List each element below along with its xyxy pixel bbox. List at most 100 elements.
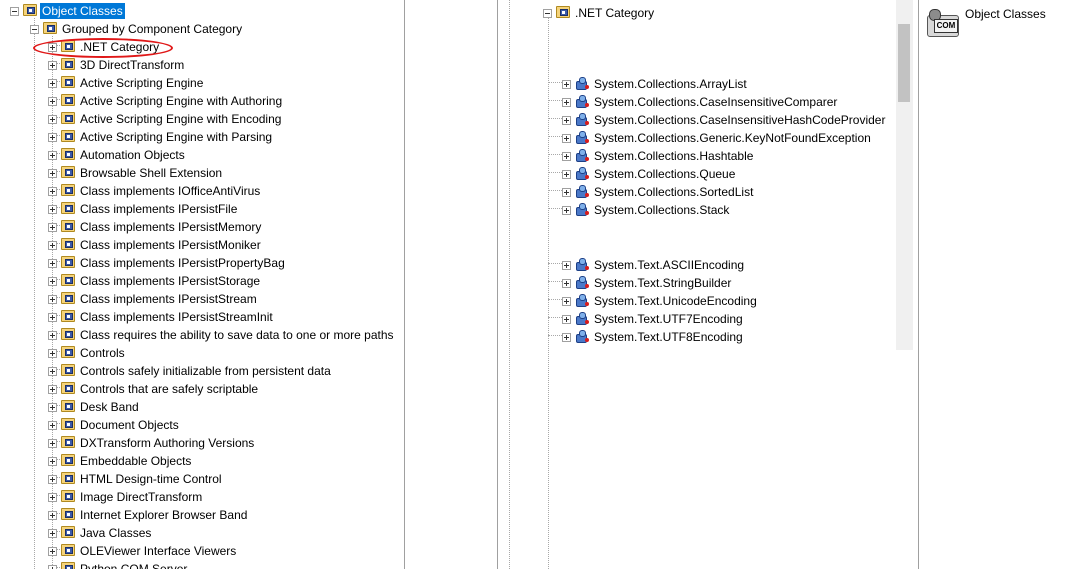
- expand-icon[interactable]: [562, 261, 571, 270]
- tree-node-class[interactable]: System.Collections.Stack: [498, 202, 913, 220]
- expand-icon[interactable]: [562, 315, 571, 324]
- expand-icon[interactable]: [562, 188, 571, 197]
- tree-node-category[interactable]: Internet Explorer Browser Band: [0, 507, 404, 525]
- expand-icon[interactable]: [48, 349, 57, 358]
- tree-node-class[interactable]: System.Text.UTF7Encoding: [498, 311, 913, 329]
- tree-root-object-classes[interactable]: Object Classes: [0, 3, 404, 21]
- tree-node-category[interactable]: Document Objects: [0, 417, 404, 435]
- expand-icon[interactable]: [48, 151, 57, 160]
- folder-icon: [61, 454, 75, 466]
- tree-node-category[interactable]: Active Scripting Engine: [0, 75, 404, 93]
- expand-icon[interactable]: [48, 331, 57, 340]
- tree-node-category[interactable]: Controls safely initializable from persi…: [0, 363, 404, 381]
- expand-icon[interactable]: [562, 98, 571, 107]
- expand-icon[interactable]: [562, 80, 571, 89]
- tree-node-class[interactable]: System.Collections.CaseInsensitiveCompar…: [498, 94, 913, 112]
- class-label: System.Text.ASCIIEncoding: [594, 258, 745, 272]
- tree-node-class[interactable]: System.Collections.CaseInsensitiveHashCo…: [498, 112, 913, 130]
- tree-node-category[interactable]: DXTransform Authoring Versions: [0, 435, 404, 453]
- tree-node-class[interactable]: System.Text.StringBuilder: [498, 275, 913, 293]
- expand-icon[interactable]: [562, 333, 571, 342]
- tree-node-category[interactable]: OLEViewer Interface Viewers: [0, 543, 404, 561]
- expand-icon[interactable]: [48, 385, 57, 394]
- expand-icon[interactable]: [48, 421, 57, 430]
- class-label: System.Text.UnicodeEncoding: [594, 294, 757, 308]
- expand-icon[interactable]: [48, 169, 57, 178]
- tree-node-category[interactable]: Class implements IPersistPropertyBag: [0, 255, 404, 273]
- expand-icon[interactable]: [48, 115, 57, 124]
- expand-icon[interactable]: [562, 152, 571, 161]
- expand-icon[interactable]: [48, 475, 57, 484]
- expand-icon[interactable]: [48, 367, 57, 376]
- tree-node-category[interactable]: Image DirectTransform: [0, 489, 404, 507]
- folder-icon: [61, 166, 75, 178]
- tree-node-category[interactable]: Python COM Server: [0, 561, 404, 569]
- tree-node-class[interactable]: System.Collections.Generic.KeyNotFoundEx…: [498, 130, 913, 148]
- tree-node-category[interactable]: Active Scripting Engine with Parsing: [0, 129, 404, 147]
- expand-icon[interactable]: [48, 403, 57, 412]
- tree-node-category[interactable]: Controls: [0, 345, 404, 363]
- tree-node-class[interactable]: System.Text.ASCIIEncoding: [498, 257, 913, 275]
- expand-icon[interactable]: [48, 295, 57, 304]
- tree-node-class[interactable]: System.Collections.Queue: [498, 166, 913, 184]
- tree-node-class[interactable]: System.Collections.ArrayList: [498, 76, 913, 94]
- tree-node-category[interactable]: Embeddable Objects: [0, 453, 404, 471]
- tree-node-category[interactable]: Class requires the ability to save data …: [0, 327, 404, 345]
- expand-icon[interactable]: [48, 439, 57, 448]
- tree-node-category[interactable]: Class implements IPersistMemory: [0, 219, 404, 237]
- expand-icon[interactable]: [562, 279, 571, 288]
- collapse-icon[interactable]: [543, 9, 552, 18]
- tree-node-class[interactable]: System.Text.UTF8Encoding: [498, 329, 913, 347]
- expand-icon[interactable]: [48, 61, 57, 70]
- expand-icon[interactable]: [48, 241, 57, 250]
- tree-node-category[interactable]: Browsable Shell Extension: [0, 165, 404, 183]
- category-label: Class implements IOfficeAntiVirus: [80, 184, 261, 198]
- collapse-icon[interactable]: [10, 7, 19, 16]
- tree-node-category[interactable]: Class implements IPersistStorage: [0, 273, 404, 291]
- collapse-icon[interactable]: [30, 25, 39, 34]
- left-tree-pane[interactable]: Object Classes Grouped by Component Categ…: [0, 0, 405, 569]
- expand-icon[interactable]: [48, 205, 57, 214]
- middle-tree-pane[interactable]: .NET Category System.Collections.ArrayLis…: [497, 0, 913, 569]
- tree-node-category[interactable]: Class implements IPersistFile: [0, 201, 404, 219]
- expand-icon[interactable]: [48, 457, 57, 466]
- scrollbar-thumb[interactable]: [898, 24, 910, 102]
- tree-node-category[interactable]: Java Classes: [0, 525, 404, 543]
- expand-icon[interactable]: [48, 547, 57, 556]
- expand-icon[interactable]: [48, 313, 57, 322]
- category-label: Class implements IPersistStreamInit: [80, 310, 273, 324]
- tree-node-category[interactable]: Class implements IPersistStream: [0, 291, 404, 309]
- expand-icon[interactable]: [48, 493, 57, 502]
- tree-node-category[interactable]: Active Scripting Engine with Authoring: [0, 93, 404, 111]
- expand-icon[interactable]: [562, 297, 571, 306]
- tree-node-category[interactable]: Controls that are safely scriptable: [0, 381, 404, 399]
- tree-node-class[interactable]: System.Collections.Hashtable: [498, 148, 913, 166]
- tree-node-category[interactable]: Class implements IPersistStreamInit: [0, 309, 404, 327]
- tree-node-category[interactable]: 3D DirectTransform: [0, 57, 404, 75]
- tree-node-grouped-by-category[interactable]: Grouped by Component Category: [0, 21, 404, 39]
- tree-root-net-category[interactable]: .NET Category: [498, 5, 913, 23]
- expand-icon[interactable]: [562, 116, 571, 125]
- expand-icon[interactable]: [48, 529, 57, 538]
- tree-node-category[interactable]: Automation Objects: [0, 147, 404, 165]
- expand-icon[interactable]: [562, 134, 571, 143]
- expand-icon[interactable]: [48, 79, 57, 88]
- tree-node-category[interactable]: HTML Design-time Control: [0, 471, 404, 489]
- expand-icon[interactable]: [48, 187, 57, 196]
- tree-node-category[interactable]: Desk Band: [0, 399, 404, 417]
- expand-icon[interactable]: [48, 223, 57, 232]
- tree-node-class[interactable]: System.Collections.SortedList: [498, 184, 913, 202]
- expand-icon[interactable]: [48, 97, 57, 106]
- tree-node-class[interactable]: System.Text.UnicodeEncoding: [498, 293, 913, 311]
- expand-icon[interactable]: [48, 565, 57, 569]
- tree-node-category[interactable]: Class implements IOfficeAntiVirus: [0, 183, 404, 201]
- expand-icon[interactable]: [48, 511, 57, 520]
- tree-node-category[interactable]: Active Scripting Engine with Encoding: [0, 111, 404, 129]
- tree-node-category[interactable]: Class implements IPersistMoniker: [0, 237, 404, 255]
- expand-icon[interactable]: [48, 259, 57, 268]
- category-label: Python COM Server: [80, 562, 188, 569]
- expand-icon[interactable]: [48, 133, 57, 142]
- expand-icon[interactable]: [48, 277, 57, 286]
- expand-icon[interactable]: [562, 206, 571, 215]
- expand-icon[interactable]: [562, 170, 571, 179]
